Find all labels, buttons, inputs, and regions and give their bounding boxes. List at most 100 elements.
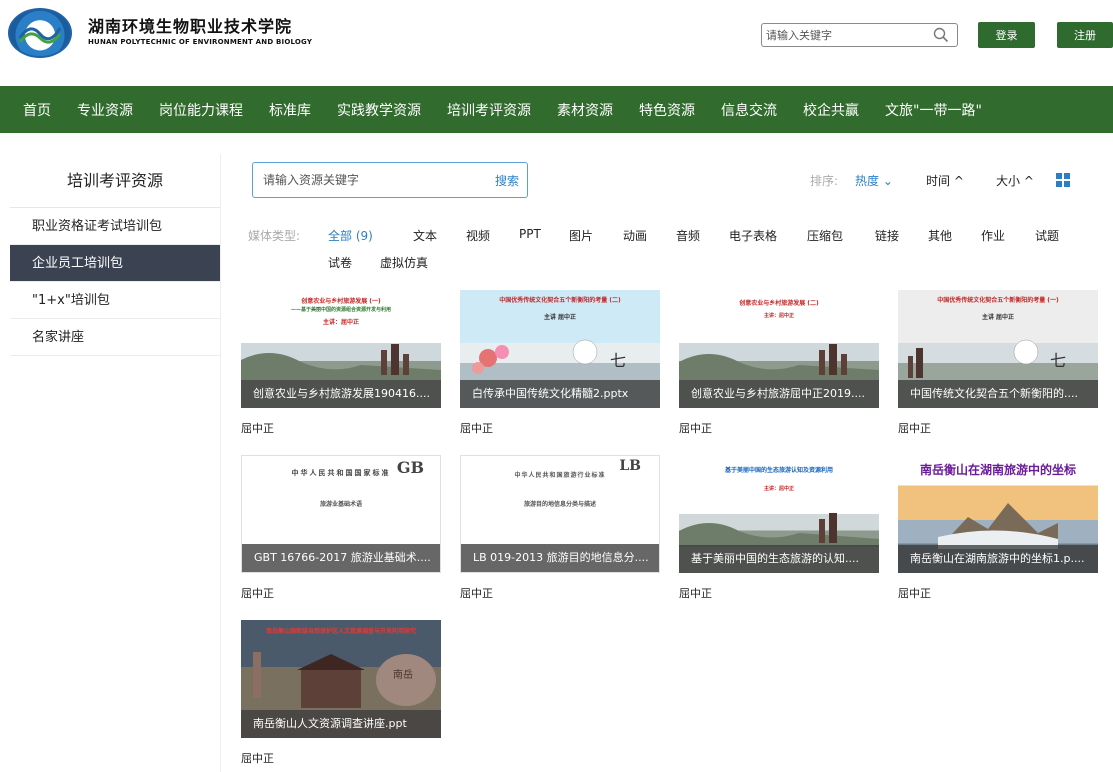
site-header: 湖南环境生物职业技术学院 HUNAN POLYTECHNIC OF ENVIRO… (0, 0, 1113, 86)
thumb-speaker: 主讲：屈中正 (763, 313, 794, 319)
resource-title[interactable]: 南岳衡山人文资源调查讲座.ppt (241, 710, 441, 738)
resource-thumbnail[interactable]: LB 中华人民共和国旅游行业标准 旅游目的地信息分类与描述 LB 019-201… (460, 455, 660, 573)
nav-item-info[interactable]: 信息交流 (721, 100, 777, 120)
nav-item-home[interactable]: 首页 (23, 100, 51, 120)
nav-item-standards[interactable]: 标准库 (269, 100, 311, 120)
resource-author: 屈中正 (679, 422, 712, 435)
resource-title[interactable]: 南岳衡山在湖南旅游中的坐标1.p.... (898, 545, 1098, 573)
resource-card[interactable]: 创意农业与乡村旅游发展 (一) ——基于美丽中国的资源组合资源开发与利用 主讲：… (241, 290, 441, 435)
resource-thumbnail[interactable]: 南岳衡山国家级自然保护区人文资源调查与开发利用研究 南岳 南岳衡山人文资源调查讲… (241, 620, 441, 738)
resource-search-box: 搜索 (252, 162, 528, 198)
site-search-input[interactable] (766, 26, 926, 44)
flower-graphic: 七 (472, 339, 626, 374)
resource-author: 屈中正 (241, 587, 274, 600)
filter-homework[interactable]: 作业 (981, 227, 1005, 244)
resource-thumbnail[interactable]: GB 中华人民共和国国家标准 旅游业基础术语 GBT 16766-2017 旅游… (241, 455, 441, 573)
thumb-title: 中国优秀传统文化契合五个新衡阳的考量 (二) (499, 297, 621, 304)
resource-thumbnail[interactable]: 中国优秀传统文化契合五个新衡阳的考量 (一) 主讲 屈中正 七 中国传统文化契合… (898, 290, 1098, 408)
filter-label: 媒体类型: (248, 229, 301, 243)
register-button[interactable]: 注册 (1057, 22, 1113, 48)
filter-link[interactable]: 链接 (875, 227, 899, 244)
sidebar: 培训考评资源 职业资格证考试培训包 企业员工培训包 "1+x"培训包 名家讲座 (10, 154, 221, 772)
sort-by-time[interactable]: 时间 ^ (926, 172, 964, 189)
filter-ppt[interactable]: PPT (519, 227, 541, 241)
nav-item-major-resources[interactable]: 专业资源 (77, 100, 133, 120)
nav-item-training[interactable]: 培训考评资源 (447, 100, 531, 120)
main-content: 搜索 排序: 热度 ⌄ 时间 ^ 大小 ^ 媒体类型: 全部 (9) 文本 视频… (221, 154, 1113, 772)
resource-title[interactable]: 创意农业与乡村旅游屈中正2019.... (679, 380, 879, 408)
nav-item-featured[interactable]: 特色资源 (639, 100, 695, 120)
resource-card[interactable]: LB 中华人民共和国旅游行业标准 旅游目的地信息分类与描述 LB 019-201… (460, 455, 660, 600)
resource-author: 屈中正 (898, 587, 931, 600)
nav-item-belt-road[interactable]: 文旅"一带一路" (885, 100, 982, 120)
thumb-subtitle: 旅游业基础术语 (319, 501, 362, 508)
resource-card[interactable]: 中国优秀传统文化契合五个新衡阳的考量 (一) 主讲 屈中正 七 中国传统文化契合… (898, 290, 1098, 435)
resource-card[interactable]: 基于美丽中国的生态旅游认知及资源利用 主讲：屈中正 基于美丽中国的生态旅游的认知… (679, 455, 879, 600)
search-button[interactable]: 搜索 (495, 172, 519, 189)
resource-author: 屈中正 (241, 752, 274, 765)
main-nav: 首页 专业资源 岗位能力课程 标准库 实践教学资源 培训考评资源 素材资源 特色… (0, 86, 1113, 133)
resource-card[interactable]: 创意农业与乡村旅游发展 (二) 主讲：屈中正 创意农业与乡村旅游屈中正2019.… (679, 290, 879, 435)
sidebar-item-employee[interactable]: 企业员工培训包 (10, 245, 220, 282)
resource-card[interactable]: 南岳衡山在湖南旅游中的坐标 南岳衡山在湖南旅游中的坐标1.p.... 屈中正 (898, 455, 1098, 600)
filter-papers[interactable]: 试卷 (328, 254, 352, 271)
filter-audio[interactable]: 音频 (676, 227, 700, 244)
resource-card[interactable]: 中国优秀传统文化契合五个新衡阳的考量 (二) 主讲 屈中正 七 白传承中国传统文… (460, 290, 660, 435)
resource-thumbnail[interactable]: 创意农业与乡村旅游发展 (二) 主讲：屈中正 创意农业与乡村旅游屈中正2019.… (679, 290, 879, 408)
nav-item-materials[interactable]: 素材资源 (557, 100, 613, 120)
sidebar-item-certificate[interactable]: 职业资格证考试培训包 (10, 208, 220, 245)
landscape-graphic: 七 (908, 339, 1066, 378)
thumb-title: 创意农业与乡村旅游发展 (二) (739, 300, 819, 307)
resource-title[interactable]: GBT 16766-2017 旅游业基础术.... (242, 544, 440, 572)
filter-simulation[interactable]: 虚拟仿真 (380, 254, 428, 271)
filter-animation[interactable]: 动画 (623, 227, 647, 244)
resource-thumbnail[interactable]: 中国优秀传统文化契合五个新衡阳的考量 (二) 主讲 屈中正 七 白传承中国传统文… (460, 290, 660, 408)
resource-thumbnail[interactable]: 基于美丽中国的生态旅游认知及资源利用 主讲：屈中正 基于美丽中国的生态旅游的认知… (679, 455, 879, 573)
thumb-title: 基于美丽中国的生态旅游认知及资源利用 (724, 467, 833, 474)
filter-video[interactable]: 视频 (466, 227, 490, 244)
resource-thumbnail[interactable]: 南岳衡山在湖南旅游中的坐标 南岳衡山在湖南旅游中的坐标1.p.... (898, 455, 1098, 573)
thumb-title: 中华人民共和国旅游行业标准 (514, 472, 606, 479)
filter-spreadsheet[interactable]: 电子表格 (729, 227, 777, 244)
college-name-en: HUNAN POLYTECHNIC OF ENVIRONMENT AND BIO… (88, 38, 313, 46)
filter-other[interactable]: 其他 (928, 227, 952, 244)
resource-title[interactable]: 白传承中国传统文化精髓2.pptx (460, 380, 660, 408)
resource-thumbnail[interactable]: 创意农业与乡村旅游发展 (一) ——基于美丽中国的资源组合资源开发与利用 主讲：… (241, 290, 441, 408)
resource-title[interactable]: LB 019-2013 旅游目的地信息分.... (461, 544, 659, 572)
grid-view-icon[interactable] (1056, 173, 1070, 187)
resource-card[interactable]: 南岳衡山国家级自然保护区人文资源调查与开发利用研究 南岳 南岳衡山人文资源调查讲… (241, 620, 441, 765)
filter-all[interactable]: 全部 (9) (328, 227, 373, 244)
search-icon[interactable] (933, 26, 949, 44)
resource-title[interactable]: 中国传统文化契合五个新衡阳的.... (898, 380, 1098, 408)
resource-search-input[interactable] (263, 171, 473, 189)
svg-text:七: 七 (1050, 351, 1066, 370)
sort-by-popularity[interactable]: 热度 ⌄ (855, 172, 893, 189)
resource-card[interactable]: GB 中华人民共和国国家标准 旅游业基础术语 GBT 16766-2017 旅游… (241, 455, 441, 600)
filter-image[interactable]: 图片 (569, 227, 593, 244)
resource-title[interactable]: 创意农业与乡村旅游发展190416.... (241, 380, 441, 408)
svg-text:七: 七 (610, 351, 626, 370)
sidebar-item-1x[interactable]: "1+x"培训包 (10, 282, 220, 319)
login-button[interactable]: 登录 (978, 22, 1035, 48)
resource-author: 屈中正 (898, 422, 931, 435)
site-search-box (761, 23, 958, 47)
filter-questions[interactable]: 试题 (1035, 227, 1059, 244)
sidebar-item-lectures[interactable]: 名家讲座 (10, 319, 220, 356)
sidebar-title: 培训考评资源 (10, 154, 220, 208)
college-logo-icon[interactable] (8, 8, 72, 58)
landscape-graphic (241, 344, 441, 380)
sort-by-size[interactable]: 大小 ^ (996, 172, 1034, 189)
thumb-title: 中国优秀传统文化契合五个新衡阳的考量 (一) (937, 297, 1059, 304)
resource-author: 屈中正 (241, 422, 274, 435)
filter-archive[interactable]: 压缩包 (807, 227, 843, 244)
college-name-cn[interactable]: 湖南环境生物职业技术学院 (88, 13, 292, 37)
nav-item-cooperation[interactable]: 校企共赢 (803, 100, 859, 120)
nav-item-practice[interactable]: 实践教学资源 (337, 100, 421, 120)
nav-item-job-courses[interactable]: 岗位能力课程 (159, 100, 243, 120)
filter-text[interactable]: 文本 (413, 227, 437, 244)
temple-graphic: 南岳 (253, 652, 436, 708)
resource-title[interactable]: 基于美丽中国的生态旅游的认知.... (679, 545, 879, 573)
thumb-title: 南岳衡山在湖南旅游中的坐标 (919, 463, 1076, 477)
landscape-graphic (679, 344, 879, 380)
thumb-title: 中华人民共和国国家标准 (291, 469, 391, 477)
